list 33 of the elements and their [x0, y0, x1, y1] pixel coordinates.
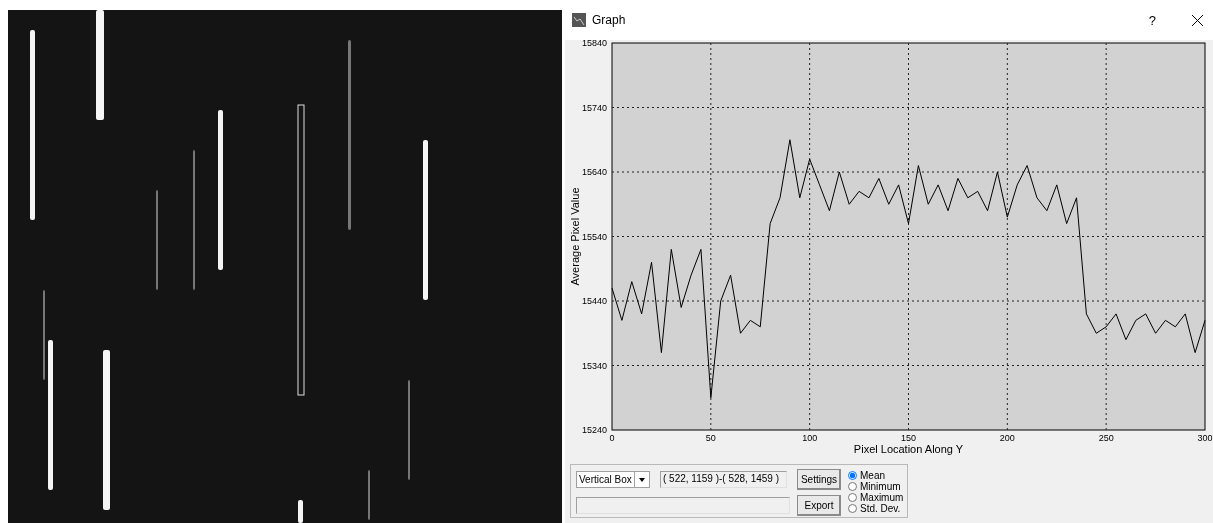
export-button[interactable]: Export — [797, 494, 841, 516]
y-tick-label: 15540 — [581, 231, 607, 242]
radio-label: Maximum — [860, 492, 904, 503]
y-tick-label: 15840 — [581, 40, 607, 48]
x-axis-title: Pixel Location Along Y — [853, 443, 964, 455]
radio-label: Std. Dev. — [860, 503, 901, 514]
x-tick-label: 100 — [802, 433, 818, 443]
help-button[interactable]: ? — [1144, 12, 1160, 28]
mode-dropdown[interactable]: Vertical Box — [576, 470, 650, 488]
x-tick-label: 150 — [901, 433, 916, 443]
x-tick-label: 50 — [705, 433, 716, 443]
y-tick-label: 15340 — [581, 360, 607, 371]
radio-button[interactable] — [848, 504, 857, 513]
y-axis-title: Average Pixel Value — [569, 187, 581, 286]
graph-app-icon — [572, 13, 586, 27]
x-tick-label: 200 — [999, 433, 1015, 443]
y-tick-label: 15240 — [581, 425, 607, 435]
y-tick-label: 15740 — [581, 102, 607, 113]
x-tick-label: 300 — [1197, 433, 1213, 443]
y-tick-label: 15440 — [581, 296, 607, 306]
x-tick-label: 250 — [1098, 433, 1114, 443]
input-field[interactable] — [576, 496, 790, 514]
radio-button[interactable] — [848, 482, 857, 491]
x-tick-label: 0 — [609, 433, 615, 443]
radio-label: Minimum — [860, 481, 901, 492]
y-tick-label: 15640 — [581, 167, 607, 177]
radio-button[interactable] — [848, 493, 857, 502]
radio-button[interactable] — [848, 471, 857, 480]
close-icon[interactable] — [1192, 14, 1203, 26]
settings-button[interactable]: Settings — [797, 468, 841, 490]
window-title: Graph — [592, 13, 627, 27]
radio-label: Mean — [860, 470, 885, 481]
coordinates-field[interactable]: ( 522, 1159 )-( 528, 1459 ) — [660, 470, 787, 488]
